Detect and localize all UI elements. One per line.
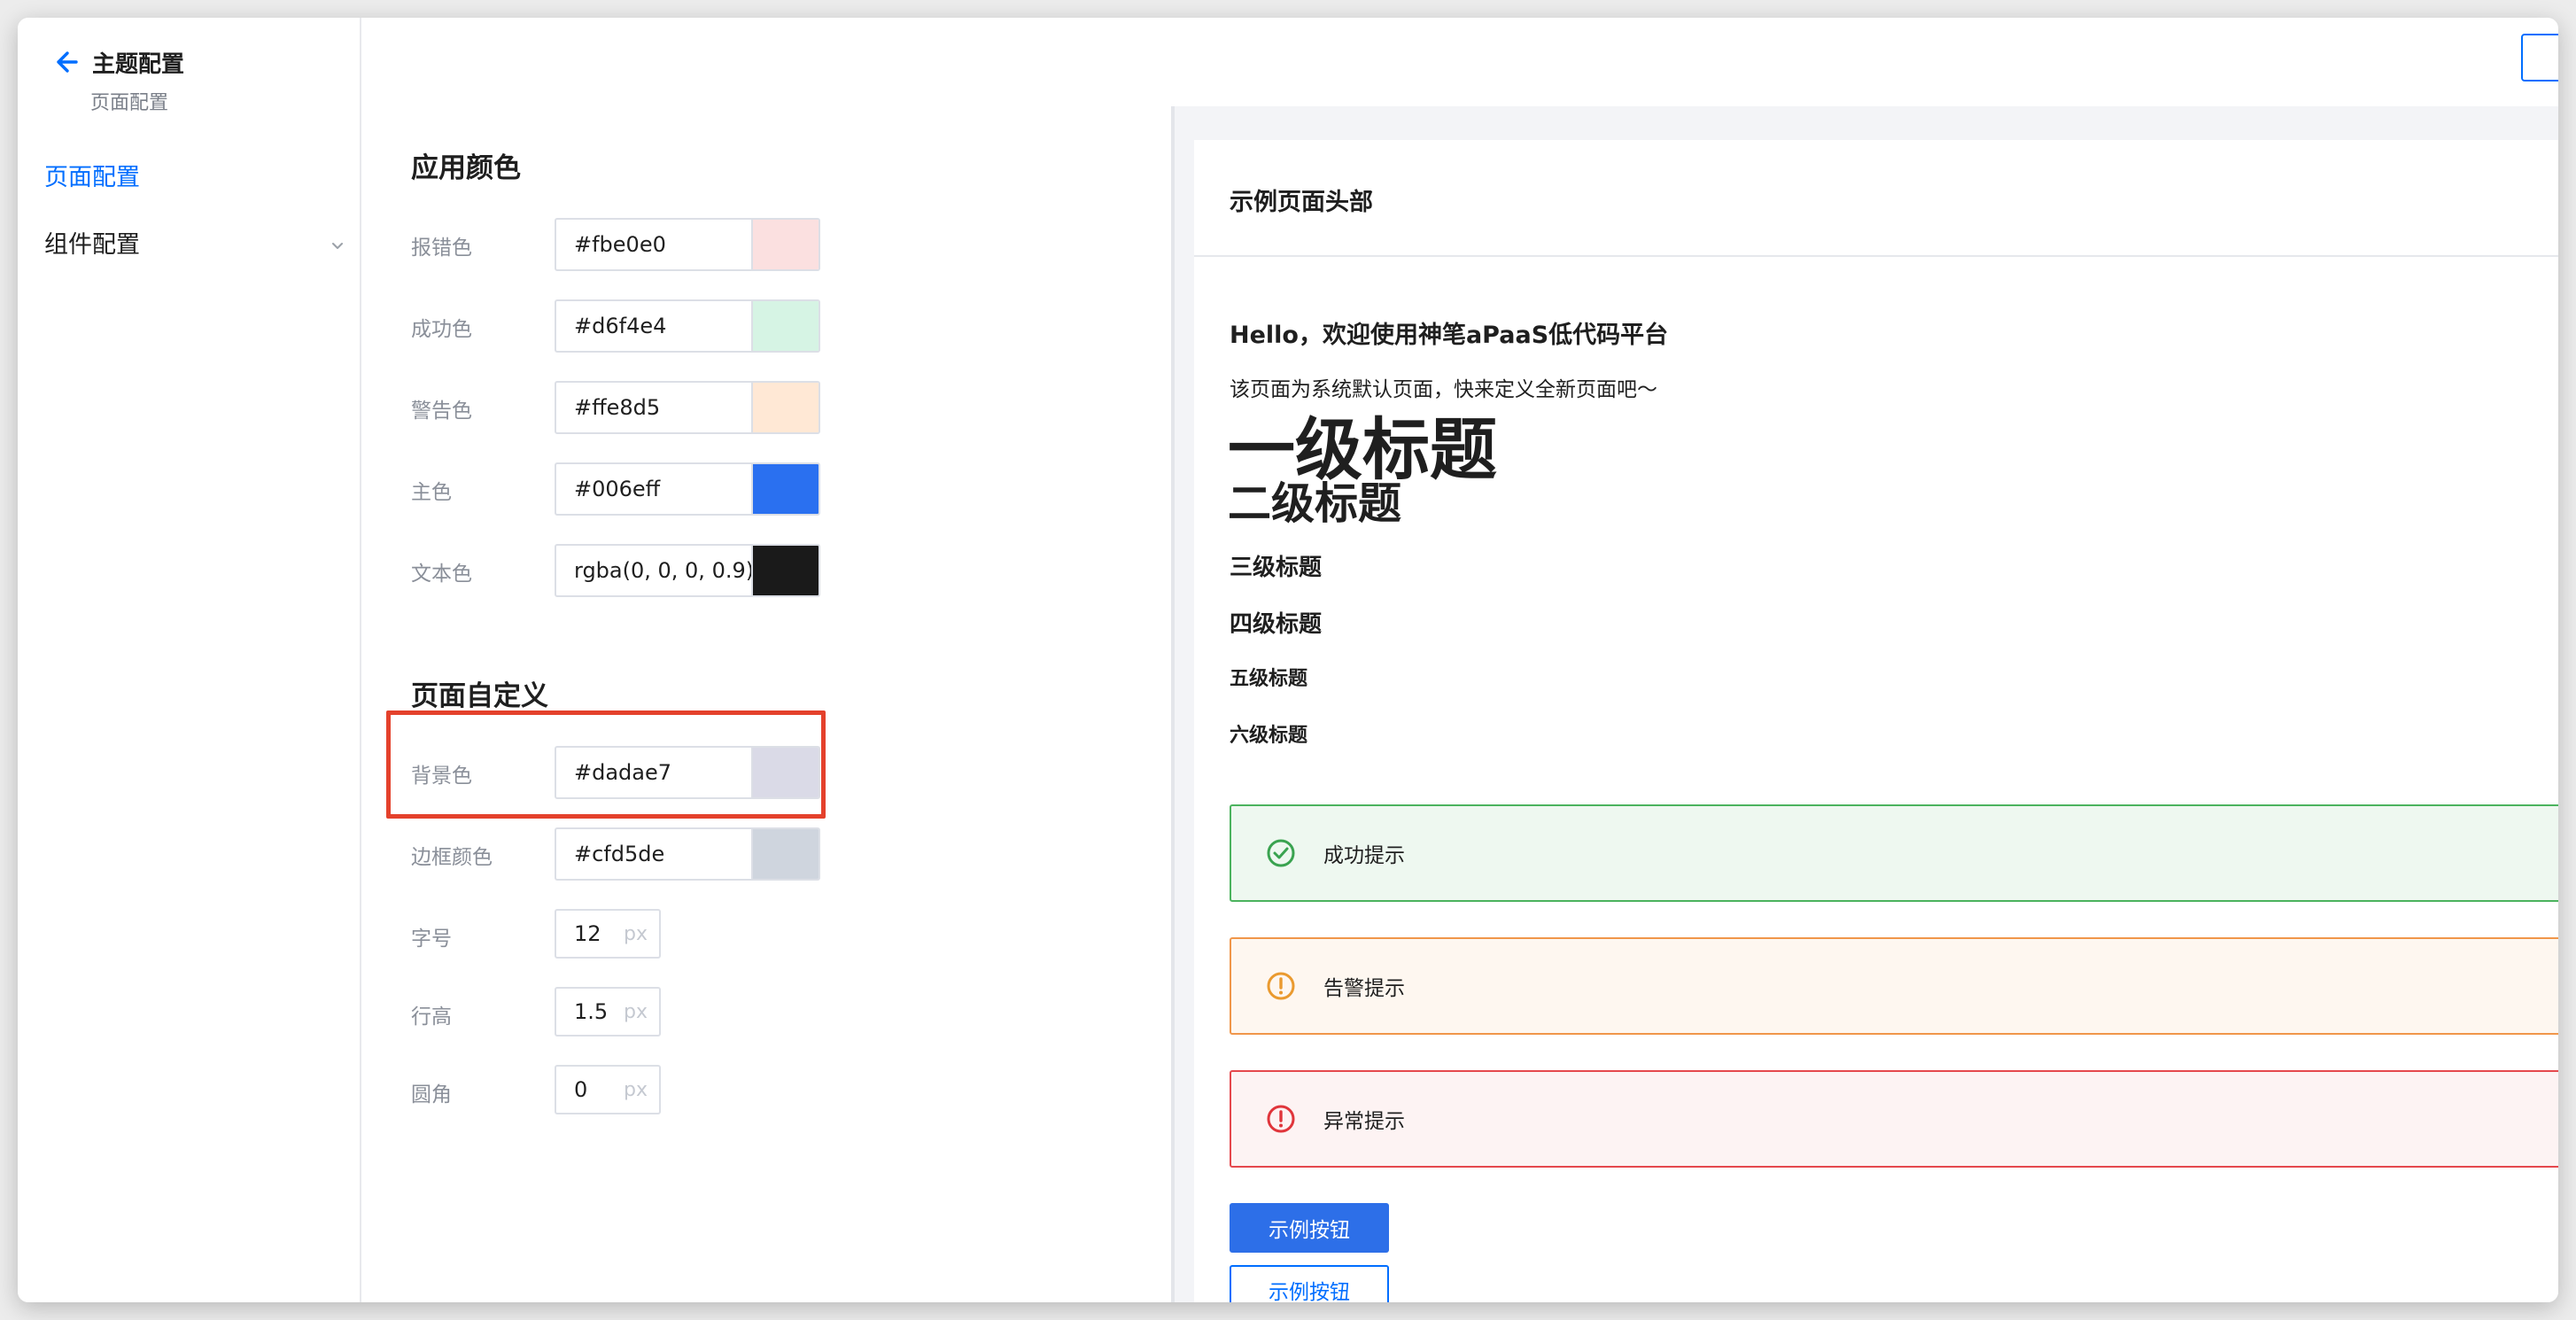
sidebar-item-label: 组件配置 — [44, 231, 140, 259]
page-title: 主题配置 — [92, 50, 185, 78]
color-swatch[interactable] — [751, 748, 819, 797]
section-title-page-custom: 页面自定义 — [411, 680, 548, 712]
color-value[interactable]: #cfd5de — [556, 829, 751, 879]
warning-color-field[interactable]: #ffe8d5 — [555, 381, 820, 434]
field-label: 成功色 — [411, 318, 472, 341]
background-color-field[interactable]: #dadae7 — [555, 746, 820, 799]
alert-text: 异常提示 — [1323, 1110, 1405, 1133]
unit-label: px — [624, 1078, 648, 1101]
color-value[interactable]: #ffe8d5 — [556, 383, 751, 432]
sidebar-item-page-config[interactable]: 页面配置 — [44, 158, 140, 192]
field-label: 边框颜色 — [411, 846, 493, 869]
color-value[interactable]: #dadae7 — [556, 748, 751, 797]
preview-description: 该页面为系统默认页面，快来定义全新页面吧～ — [1230, 378, 1657, 401]
border-radius-input[interactable]: 0 px — [555, 1065, 661, 1114]
preview-heading-5: 五级标题 — [1230, 668, 1308, 690]
settings-panel: 应用颜色 报错色 #fbe0e0 成功色 #d6f4e4 警告色 #ffe8d5… — [363, 18, 1171, 1302]
number-value[interactable]: 12 — [556, 921, 624, 946]
section-title-app-colors: 应用颜色 — [411, 152, 521, 184]
field-label: 圆角 — [411, 1083, 452, 1106]
color-value[interactable]: rgba(0, 0, 0, 0.9) — [556, 546, 751, 595]
field-label: 警告色 — [411, 400, 472, 423]
alert-text: 成功提示 — [1323, 844, 1405, 867]
field-label: 字号 — [411, 928, 452, 951]
app-window: 主题配置 页面配置 页面配置 组件配置 应用颜色 报错色 #fbe0e0 成功色… — [18, 18, 2558, 1302]
primary-color-field[interactable]: #006eff — [555, 462, 820, 516]
unit-label: px — [624, 1000, 648, 1023]
preview-header: 示例页面头部 — [1194, 140, 2558, 257]
field-label: 行高 — [411, 1006, 452, 1029]
preview-card: 示例页面头部 Hello，欢迎使用神笔aPaaS低代码平台 该页面为系统默认页面… — [1194, 140, 2558, 1302]
line-height-input[interactable]: 1.5 px — [555, 987, 661, 1037]
number-value[interactable]: 1.5 — [556, 999, 624, 1024]
text-color-field[interactable]: rgba(0, 0, 0, 0.9) — [555, 544, 820, 597]
color-swatch[interactable] — [751, 546, 819, 595]
unit-label: px — [624, 922, 648, 945]
color-swatch[interactable] — [751, 220, 819, 269]
color-value[interactable]: #d6f4e4 — [556, 301, 751, 351]
preview-heading-2: 二级标题 — [1228, 478, 1402, 529]
color-swatch[interactable] — [751, 301, 819, 351]
preview-heading-3: 三级标题 — [1230, 555, 1323, 581]
preview-heading-6: 六级标题 — [1230, 725, 1308, 747]
preview-heading-4: 四级标题 — [1230, 611, 1323, 638]
font-size-input[interactable]: 12 px — [555, 909, 661, 959]
sidebar-item-component-config[interactable]: 组件配置 — [44, 225, 345, 260]
warning-alert: 告警提示 — [1230, 937, 2558, 1035]
top-right-button[interactable] — [2521, 34, 2558, 82]
check-circle-icon — [1265, 837, 1297, 869]
number-value[interactable]: 0 — [556, 1077, 624, 1102]
field-label: 主色 — [411, 481, 452, 504]
sidebar: 主题配置 页面配置 页面配置 组件配置 — [18, 18, 361, 1302]
preview-header-title: 示例页面头部 — [1230, 189, 1373, 216]
field-label: 文本色 — [411, 563, 472, 586]
error-alert: 异常提示 — [1230, 1070, 2558, 1168]
error-color-field[interactable]: #fbe0e0 — [555, 218, 820, 271]
alert-text: 告警提示 — [1323, 977, 1405, 1000]
field-label: 背景色 — [411, 765, 472, 788]
success-alert: 成功提示 — [1230, 804, 2558, 902]
color-swatch[interactable] — [751, 383, 819, 432]
color-value[interactable]: #fbe0e0 — [556, 220, 751, 269]
color-value[interactable]: #006eff — [556, 464, 751, 514]
field-label: 报错色 — [411, 237, 472, 260]
color-swatch[interactable] — [751, 464, 819, 514]
sample-outline-button[interactable]: 示例按钮 — [1230, 1265, 1389, 1302]
border-color-field[interactable]: #cfd5de — [555, 827, 820, 881]
color-swatch[interactable] — [751, 829, 819, 879]
sample-primary-button[interactable]: 示例按钮 — [1230, 1203, 1389, 1253]
preview-welcome-text: Hello，欢迎使用神笔aPaaS低代码平台 — [1230, 322, 1669, 349]
error-circle-icon — [1265, 1103, 1297, 1135]
arrow-left-icon[interactable] — [48, 44, 83, 80]
chevron-down-icon — [330, 232, 345, 249]
warning-circle-icon — [1265, 970, 1297, 1002]
sidebar-header: 主题配置 — [48, 44, 184, 80]
page-subtitle: 页面配置 — [90, 92, 169, 114]
success-color-field[interactable]: #d6f4e4 — [555, 299, 820, 353]
